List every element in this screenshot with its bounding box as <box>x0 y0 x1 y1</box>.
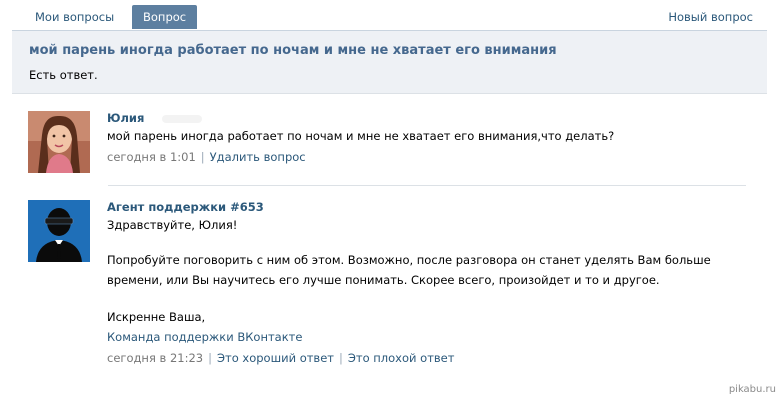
answer-post-body: Агент поддержки #653 Здравствуйте, Юлия!… <box>107 200 747 365</box>
question-status: Есть ответ. <box>29 68 98 82</box>
question-title: мой парень иногда работает по ночам и мн… <box>29 43 557 58</box>
agent-name[interactable]: Агент поддержки #653 <box>107 200 264 214</box>
question-text: мой парень иногда работает по ночам и мн… <box>107 129 615 143</box>
answer-meta: сегодня в 21:23 | Это хороший ответ | Это пл… <box>107 351 747 365</box>
tab-bar: Мои вопросы Вопрос Новый вопрос <box>12 0 767 31</box>
meta-separator: | <box>338 351 343 365</box>
post-divider <box>108 185 746 186</box>
tab-question[interactable]: Вопрос <box>132 5 198 29</box>
meta-separator: | <box>208 351 212 365</box>
question-post-body: Юлия мой парень иногда работает по ночам… <box>107 111 747 164</box>
agent-avatar[interactable] <box>28 200 90 262</box>
post-meta: сегодня в 1:01 | Удалить вопрос <box>107 150 747 164</box>
answer-body-line-2: времени, или Вы научитесь его лучше пони… <box>107 273 660 287</box>
support-team-link[interactable]: Команда поддержки ВКонтакте <box>107 327 747 347</box>
meta-separator: | <box>200 150 205 164</box>
answer-post: Агент поддержки #653 Здравствуйте, Юлия!… <box>28 200 748 380</box>
question-header: мой парень иногда работает по ночам и мн… <box>12 31 767 94</box>
support-question-page: Мои вопросы Вопрос Новый вопрос мой паре… <box>12 0 767 401</box>
author-name[interactable]: Юлия <box>107 111 144 125</box>
user-avatar[interactable] <box>28 111 90 173</box>
new-question-link[interactable]: Новый вопрос <box>668 10 753 24</box>
post-time: сегодня в 1:01 <box>107 150 196 164</box>
tab-my-questions[interactable]: Мои вопросы <box>24 5 125 29</box>
delete-question-link[interactable]: Удалить вопрос <box>210 150 306 164</box>
good-answer-link[interactable]: Это хороший ответ <box>217 351 334 365</box>
question-post: Юлия мой парень иногда работает по ночам… <box>28 111 748 173</box>
answer-body-line-1: Попробуйте поговорить с ним об этом. Воз… <box>107 253 711 267</box>
bad-answer-link[interactable]: Это плохой ответ <box>348 351 455 365</box>
watermark: pikabu.ru <box>728 384 776 395</box>
redacted-field <box>162 115 202 123</box>
answer-signoff: Искренне Ваша, <box>107 310 206 324</box>
answer-time: сегодня в 21:23 <box>107 351 204 365</box>
answer-greeting: Здравствуйте, Юлия! <box>107 218 238 232</box>
